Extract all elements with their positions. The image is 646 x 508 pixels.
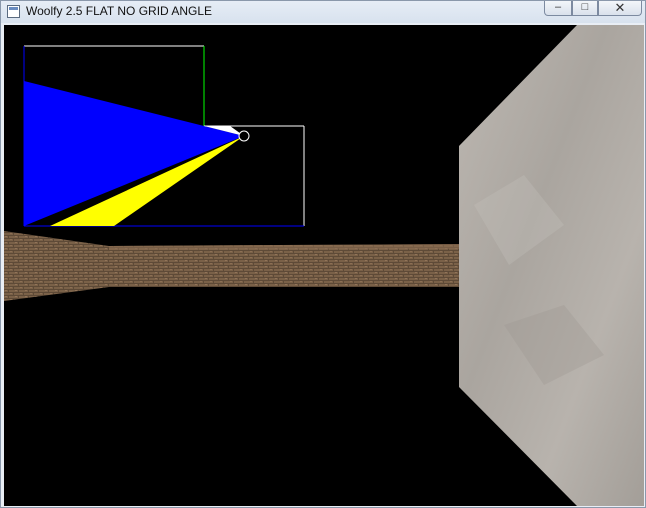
close-icon: ✕ [614,0,626,15]
maximize-button[interactable]: □ [572,1,598,16]
player-circle-icon [238,130,250,142]
minimize-button[interactable]: – [544,1,572,16]
raycast-scene [4,25,644,506]
close-button[interactable]: ✕ [598,1,642,16]
window-app-icon[interactable] [7,5,20,18]
minimize-icon: – [554,1,562,13]
app-window: Woolfy 2.5 FLAT NO GRID ANGLE – □ ✕ [0,0,646,508]
title-bar[interactable]: Woolfy 2.5 FLAT NO GRID ANGLE – □ ✕ [1,1,645,23]
game-viewport[interactable] [4,25,644,506]
brick-wall-far [109,244,459,287]
window-title: Woolfy 2.5 FLAT NO GRID ANGLE [26,4,213,18]
maximize-icon: □ [581,1,589,13]
